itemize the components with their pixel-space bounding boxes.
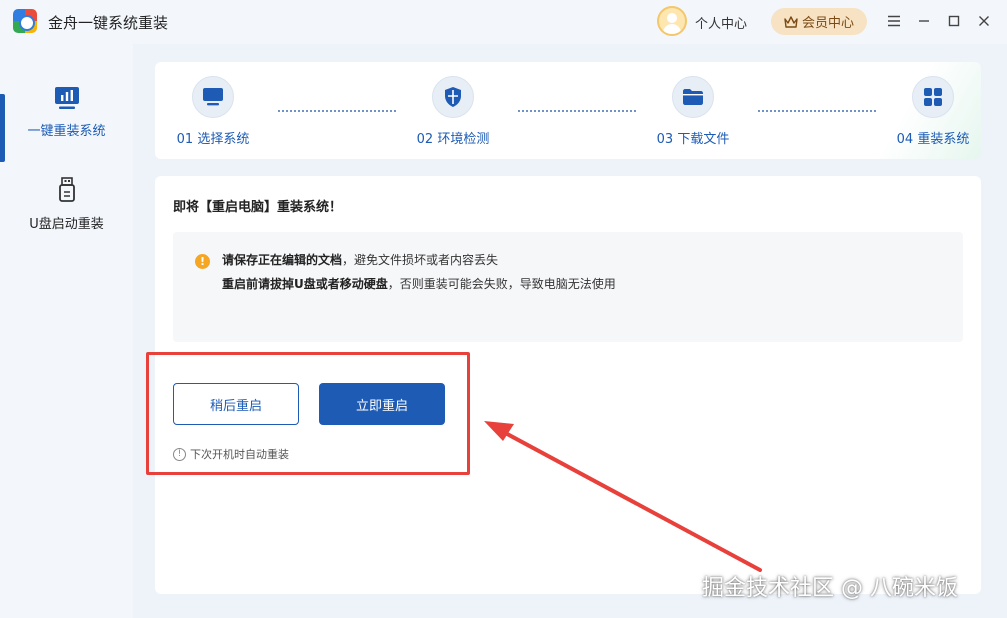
page-title: 即将【重启电脑】重装系统！ — [173, 200, 343, 215]
step-download-files: 03 下载文件 — [633, 76, 753, 147]
step-reinstall-system: 04 重装系统 — [873, 76, 993, 147]
app-logo-icon — [13, 9, 37, 33]
crown-icon — [784, 15, 798, 28]
notice-text: ，否则重装可能会失败，导致电脑无法使用 — [387, 277, 616, 291]
step-circle — [672, 76, 714, 118]
folder-icon — [683, 89, 703, 105]
step-label: 04 重装系统 — [896, 132, 970, 147]
user-avatar[interactable] — [657, 6, 687, 36]
annotation-highlight-box — [146, 352, 470, 475]
sidebar-item-usb-reinstall[interactable]: U盘启动重装 — [0, 158, 133, 250]
notice-text: ，避免文件损坏或者内容丢失 — [342, 253, 499, 267]
menu-icon[interactable] — [884, 10, 904, 32]
sidebar-item-label: 一键重装系统 — [27, 123, 106, 139]
notice-line-save-docs: 请保存正在编辑的文档，避免文件损坏或者内容丢失 — [222, 251, 498, 268]
notice-bold-text: 重启前请拔掉U盘或者移动硬盘 — [222, 277, 388, 291]
step-label: 02 环境检测 — [416, 132, 490, 147]
step-circle — [432, 76, 474, 118]
notice-bold-text: 请保存正在编辑的文档 — [222, 253, 343, 267]
step-connector — [758, 110, 876, 112]
step-connector — [278, 110, 396, 112]
step-label: 03 下载文件 — [656, 132, 730, 147]
vip-center-label: 会员中心 — [801, 16, 854, 31]
title-bar: 金舟一键系统重装 个人中心 会员中心 — [0, 0, 1007, 44]
step-label: 01 选择系统 — [176, 132, 250, 147]
monitor-icon — [203, 88, 223, 106]
user-center-link[interactable]: 个人中心 — [695, 13, 747, 32]
sidebar-item-label: U盘启动重装 — [29, 216, 104, 232]
monitor-chart-icon — [54, 86, 79, 109]
close-icon[interactable] — [974, 10, 994, 32]
step-circle — [192, 76, 234, 118]
vip-center-button[interactable]: 会员中心 — [771, 8, 867, 35]
step-circle — [912, 76, 954, 118]
app-title: 金舟一键系统重装 — [48, 14, 169, 32]
minimize-icon[interactable] — [914, 10, 934, 32]
watermark: 掘金技术社区 @ 八碗米饭 — [702, 576, 958, 601]
shield-icon — [445, 87, 461, 107]
step-environment-check: 02 环境检测 — [393, 76, 513, 147]
steps-progress: 01 选择系统 02 环境检测 03 下载文件 04 重装系统 — [155, 62, 981, 159]
notice-box: ! 请保存正在编辑的文档，避免文件损坏或者内容丢失 重启前请拔掉U盘或者移动硬盘… — [173, 232, 963, 342]
notice-line-unplug-usb: 重启前请拔掉U盘或者移动硬盘，否则重装可能会失败，导致电脑无法使用 — [222, 275, 616, 292]
sidebar: 一键重装系统 U盘启动重装 — [0, 44, 133, 618]
sidebar-item-one-click-reinstall[interactable]: 一键重装系统 — [0, 66, 133, 162]
maximize-icon[interactable] — [944, 10, 964, 32]
warning-icon: ! — [195, 254, 210, 269]
grid-icon — [924, 88, 942, 106]
step-connector — [518, 110, 636, 112]
usb-drive-icon — [58, 176, 75, 202]
step-select-system: 01 选择系统 — [153, 76, 273, 147]
